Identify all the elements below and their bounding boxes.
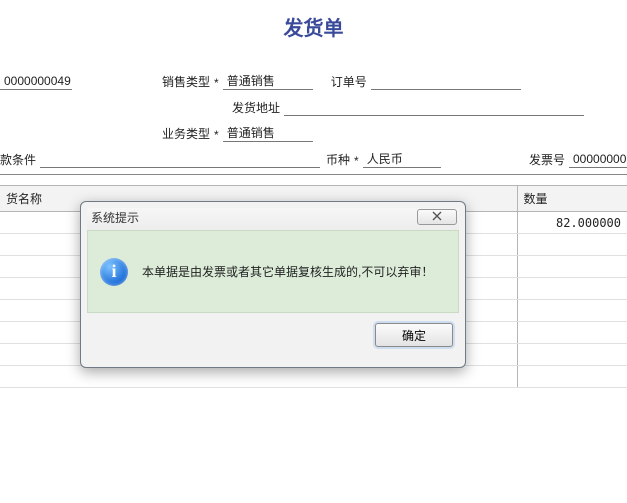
dialog-backdrop: 系统提示 i 本单据是由发票或者其它单据复核生成的,不可以弃审！ 确定 [0, 0, 627, 503]
dialog-titlebar[interactable]: 系统提示 [87, 208, 459, 230]
close-button[interactable] [417, 209, 457, 225]
dialog-title: 系统提示 [91, 209, 417, 226]
close-icon [432, 210, 442, 224]
ok-button[interactable]: 确定 [375, 323, 453, 347]
dialog-message: 本单据是由发票或者其它单据复核生成的,不可以弃审！ [142, 263, 433, 280]
info-icon: i [100, 258, 128, 286]
system-dialog: 系统提示 i 本单据是由发票或者其它单据复核生成的,不可以弃审！ 确定 [80, 201, 466, 368]
dialog-body: i 本单据是由发票或者其它单据复核生成的,不可以弃审！ [87, 230, 459, 313]
dialog-footer: 确定 [87, 313, 459, 347]
